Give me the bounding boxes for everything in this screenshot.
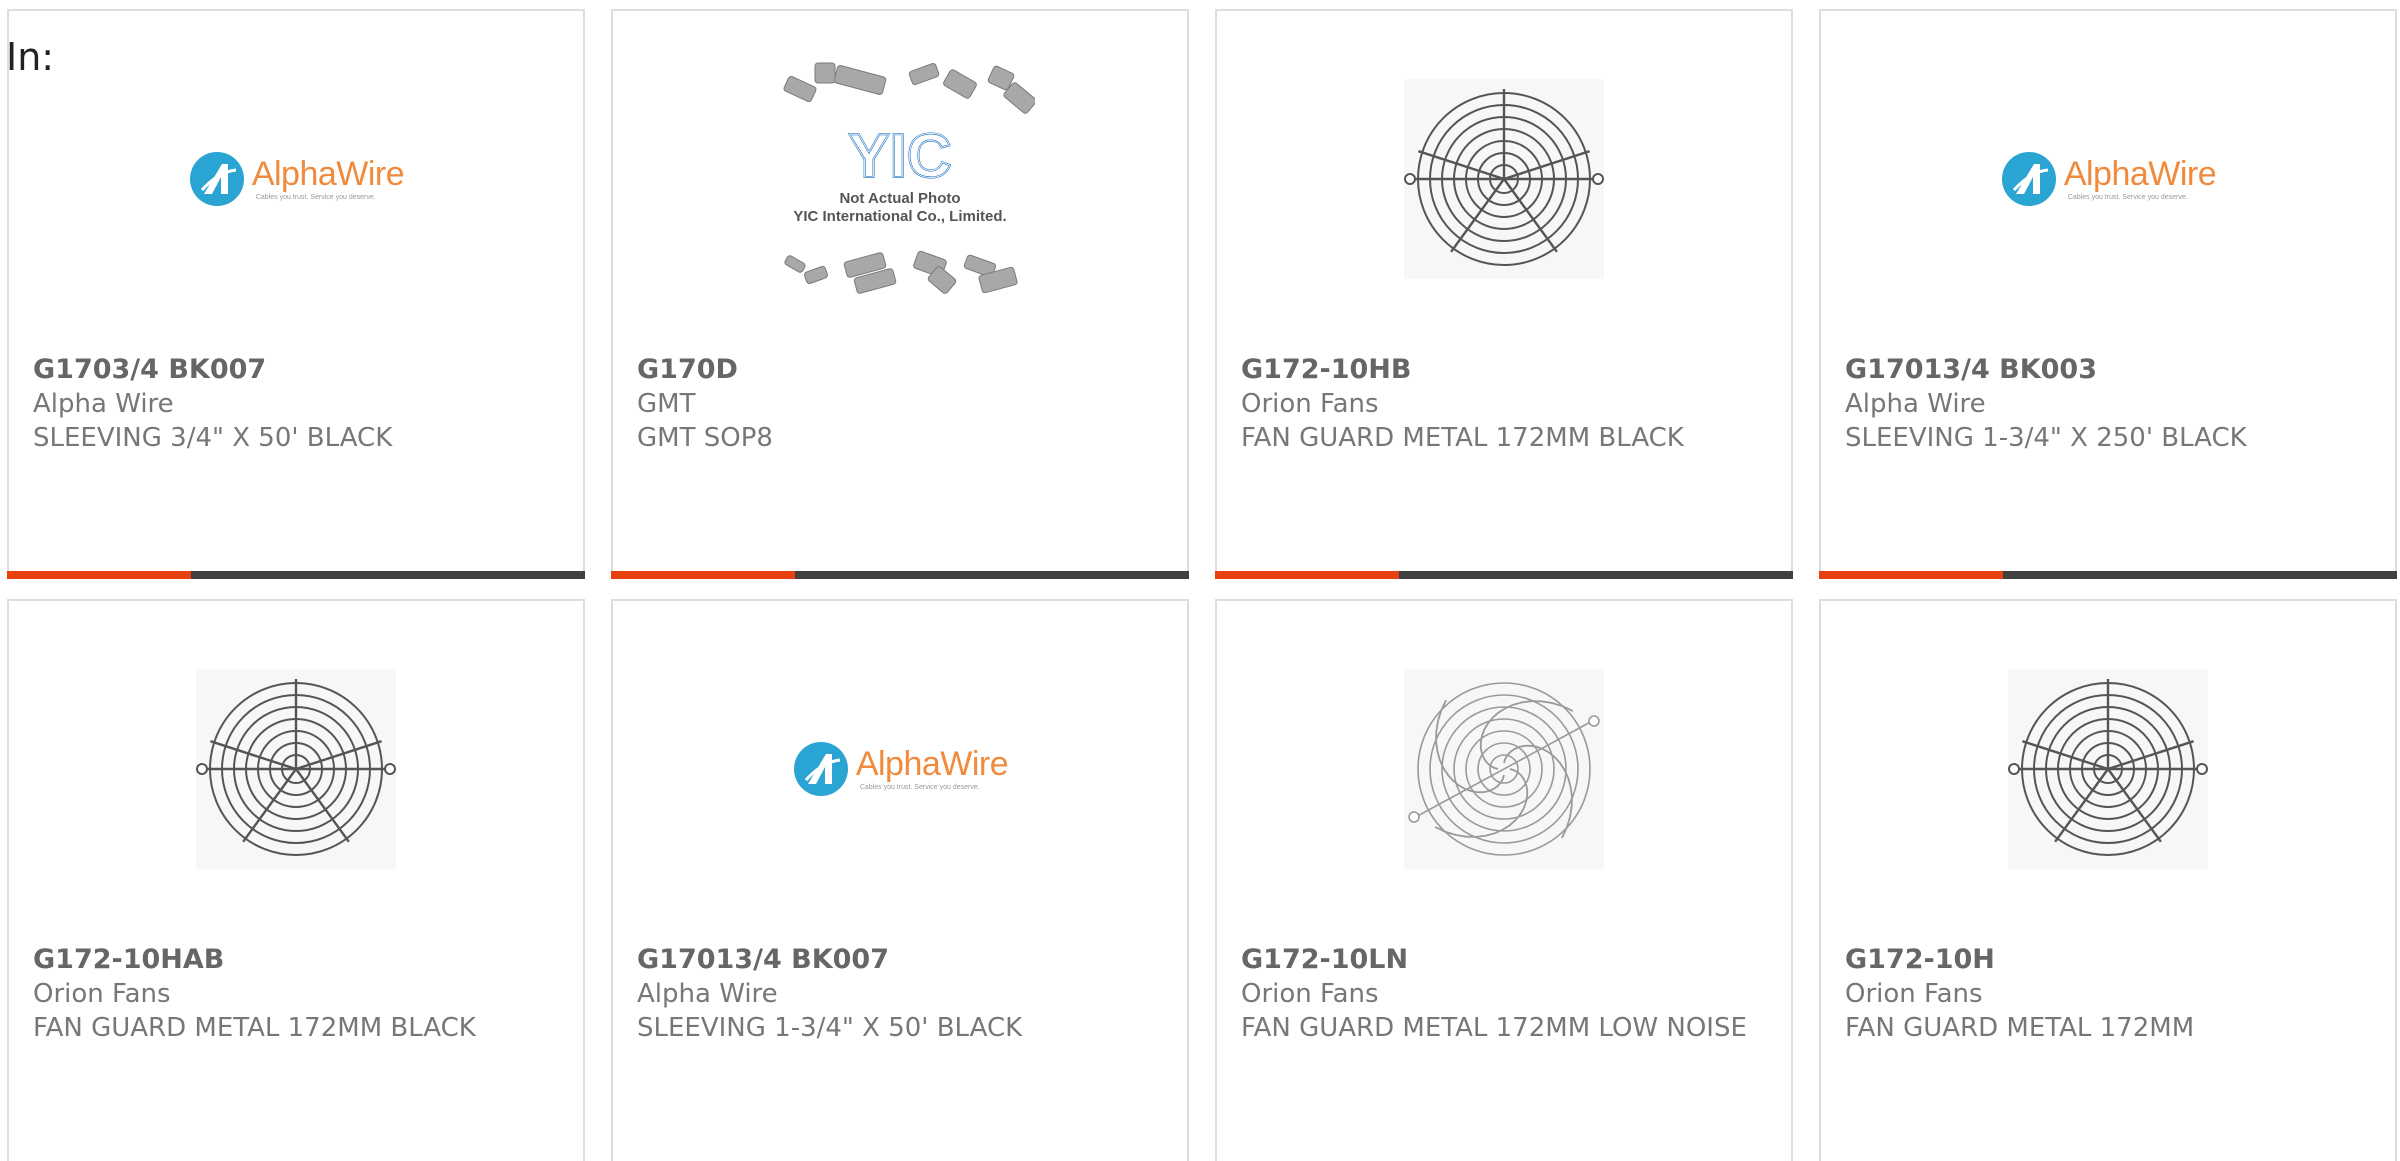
card-footer-accent — [1819, 571, 2003, 579]
product-info: G17013/4 BK007 Alpha Wire SLEEVING 1-3/4… — [637, 943, 1167, 1045]
fan-guard-image — [196, 669, 396, 869]
alpha-wire-logo-tagline: Cables you trust. Service you deserve. — [2067, 194, 2188, 201]
product-info: G172-10HAB Orion Fans FAN GUARD METAL 17… — [33, 943, 563, 1045]
manufacturer-name: GMT — [637, 389, 696, 419]
fan-guard-icon — [2008, 679, 2208, 856]
product-description: FAN GUARD METAL 172MM LOW NOISE — [1241, 1013, 1747, 1043]
yic-caption-line2: YIC International Co., Limited. — [793, 208, 1007, 225]
product-info: G172-10LN Orion Fans FAN GUARD METAL 172… — [1241, 943, 1771, 1045]
manufacturer-name: Alpha Wire — [1845, 389, 1986, 419]
product-card[interactable]: AlphaWire Cables you trust. Service you … — [611, 599, 1189, 1161]
fan-guard-image — [1404, 669, 1604, 869]
product-card[interactable]: G172-10H Orion Fans FAN GUARD METAL 172M… — [1819, 599, 2397, 1161]
manufacturer-name: Orion Fans — [1241, 979, 1379, 1009]
product-description: SLEEVING 3/4" X 50' BLACK — [33, 423, 393, 453]
product-card[interactable]: YIC YIC Not Actual Photo YIC Internation… — [611, 9, 1189, 579]
product-thumbnail[interactable] — [1217, 11, 1791, 347]
product-thumbnail[interactable] — [9, 601, 583, 937]
part-number-link[interactable]: G17013/4 BK003 — [1845, 353, 2375, 387]
alpha-wire-logo-icon — [189, 152, 244, 206]
product-card[interactable]: AlphaWire Cables you trust. Service you … — [1819, 9, 2397, 579]
manufacturer-name: Orion Fans — [33, 979, 171, 1009]
alpha-wire-logo-tagline: Cables you trust. Service you deserve. — [255, 194, 376, 201]
part-number-link[interactable]: G1703/4 BK007 — [33, 353, 563, 387]
fan-guard-spiral-icon — [1408, 682, 1600, 856]
card-footer-bar — [1819, 571, 2397, 579]
card-footer-accent — [611, 571, 795, 579]
card-footer-bar — [611, 571, 1189, 579]
product-description: SLEEVING 1-3/4" X 50' BLACK — [637, 1013, 1023, 1043]
product-info: G172-10HB Orion Fans FAN GUARD METAL 172… — [1241, 353, 1771, 455]
alpha-wire-logo-icon — [2001, 152, 2056, 206]
filter-in-label: In: — [6, 35, 55, 79]
product-info: G17013/4 BK003 Alpha Wire SLEEVING 1-3/4… — [1845, 353, 2375, 455]
alpha-wire-logo-name: AlphaWire — [251, 155, 405, 193]
card-footer-accent — [7, 571, 191, 579]
part-number-link[interactable]: G172-10H — [1845, 943, 2375, 977]
card-footer-accent — [1215, 571, 1399, 579]
product-description: GMT SOP8 — [637, 423, 773, 453]
fan-guard-image — [2008, 669, 2208, 869]
product-info: G172-10H Orion Fans FAN GUARD METAL 172M… — [1845, 943, 2375, 1045]
yic-logo-mark-inner: YIC — [848, 122, 951, 191]
product-thumbnail[interactable]: AlphaWire Cables you trust. Service you … — [1821, 11, 2395, 347]
product-thumbnail[interactable]: AlphaWire Cables you trust. Service you … — [613, 601, 1187, 937]
alpha-wire-logo: AlphaWire Cables you trust. Service you … — [188, 150, 405, 208]
product-card[interactable]: AlphaWire Cables you trust. Service you … — [7, 9, 585, 579]
chip-packages-icon: YIC YIC — [783, 62, 1037, 294]
card-footer-bar — [7, 571, 585, 579]
yic-caption-line1: Not Actual Photo — [839, 190, 961, 207]
alpha-wire-logo-tagline: Cables you trust. Service you deserve. — [859, 784, 980, 791]
fan-guard-icon — [1404, 89, 1604, 266]
fan-guard-icon — [196, 679, 396, 856]
alpha-wire-logo: AlphaWire Cables you trust. Service you … — [2000, 150, 2217, 208]
product-card[interactable]: G172-10HB Orion Fans FAN GUARD METAL 172… — [1215, 9, 1793, 579]
product-card[interactable]: G172-10HAB Orion Fans FAN GUARD METAL 17… — [7, 599, 585, 1161]
product-grid-page: In: AlphaWire Cables you trust. Service … — [0, 0, 2400, 1161]
product-description: FAN GUARD METAL 172MM — [1845, 1013, 2195, 1043]
product-description: FAN GUARD METAL 172MM BLACK — [1241, 423, 1684, 453]
alpha-wire-logo: AlphaWire Cables you trust. Service you … — [792, 740, 1009, 798]
part-number-link[interactable]: G172-10LN — [1241, 943, 1771, 977]
manufacturer-name: Orion Fans — [1845, 979, 1983, 1009]
alpha-wire-logo-name: AlphaWire — [2063, 155, 2217, 193]
product-description: FAN GUARD METAL 172MM BLACK — [33, 1013, 476, 1043]
product-thumbnail[interactable] — [1217, 601, 1791, 937]
manufacturer-name: Orion Fans — [1241, 389, 1379, 419]
product-thumbnail[interactable]: AlphaWire Cables you trust. Service you … — [9, 11, 583, 347]
manufacturer-name: Alpha Wire — [637, 979, 778, 1009]
part-number-link[interactable]: G172-10HAB — [33, 943, 563, 977]
fan-guard-image — [1404, 79, 1604, 279]
alpha-wire-logo-icon — [793, 742, 848, 796]
product-thumbnail[interactable] — [1821, 601, 2395, 937]
product-thumbnail[interactable]: YIC YIC Not Actual Photo YIC Internation… — [613, 11, 1187, 347]
card-footer-bar — [1215, 571, 1793, 579]
part-number-link[interactable]: G17013/4 BK007 — [637, 943, 1167, 977]
manufacturer-name: Alpha Wire — [33, 389, 174, 419]
product-info: G170D GMT GMT SOP8 — [637, 353, 1167, 455]
product-info: G1703/4 BK007 Alpha Wire SLEEVING 3/4" X… — [33, 353, 563, 455]
product-description: SLEEVING 1-3/4" X 250' BLACK — [1845, 423, 2247, 453]
product-grid: AlphaWire Cables you trust. Service you … — [0, 0, 2400, 1161]
alpha-wire-logo-name: AlphaWire — [855, 745, 1009, 783]
part-number-link[interactable]: G172-10HB — [1241, 353, 1771, 387]
part-number-link[interactable]: G170D — [637, 353, 1167, 387]
yic-placeholder-image: YIC YIC Not Actual Photo YIC Internation… — [765, 59, 1037, 299]
product-card[interactable]: G172-10LN Orion Fans FAN GUARD METAL 172… — [1215, 599, 1793, 1161]
